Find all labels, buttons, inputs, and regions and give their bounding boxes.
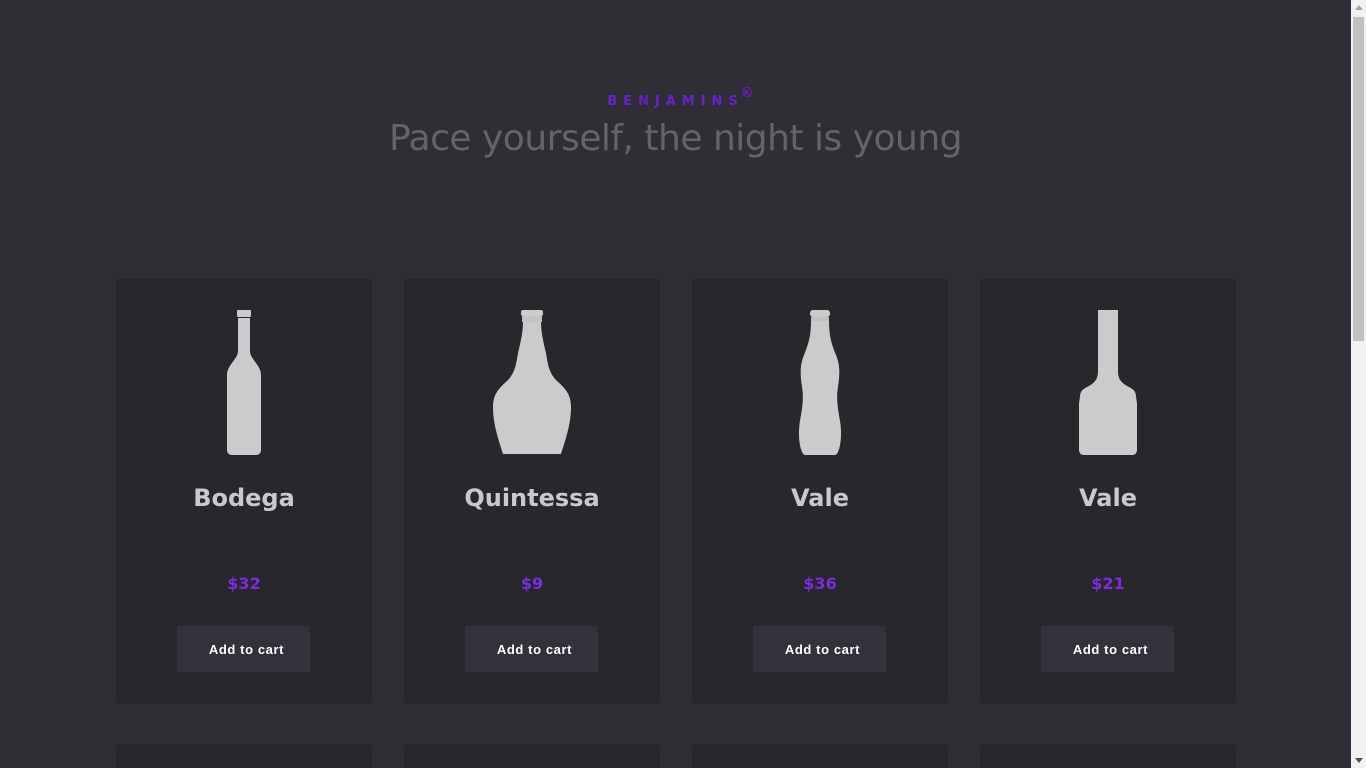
liquor-bottle-icon — [980, 309, 1236, 455]
scrollbar-thumb[interactable] — [1353, 17, 1364, 341]
product-price: $9 — [520, 574, 544, 593]
add-to-cart-button[interactable]: Add to cart — [753, 626, 886, 672]
scroll-down-arrow-icon[interactable] — [1355, 758, 1363, 763]
wine-bottle-icon — [116, 309, 372, 455]
product-price: $32 — [227, 574, 261, 593]
scroll-up-arrow-icon[interactable] — [1355, 5, 1363, 10]
product-name: Quintessa — [464, 484, 600, 512]
product-card — [404, 744, 660, 768]
decanter-bottle-icon — [404, 309, 660, 455]
registered-mark-icon: R — [741, 87, 752, 97]
add-to-cart-button[interactable]: Add to cart — [177, 626, 310, 672]
vertical-scrollbar[interactable] — [1351, 0, 1366, 768]
product-price: $21 — [1091, 574, 1125, 593]
product-card — [980, 744, 1236, 768]
brand-logo[interactable]: BENJAMINS R — [0, 87, 1351, 109]
add-to-cart-button[interactable]: Add to cart — [1041, 626, 1174, 672]
brand-logo-text: BENJAMINS — [607, 94, 744, 109]
product-name: Vale — [791, 484, 849, 512]
product-price: $36 — [803, 574, 837, 593]
product-card: Vale $36 Add to cart — [692, 279, 948, 704]
add-to-cart-button[interactable]: Add to cart — [465, 626, 598, 672]
product-card: Bodega $32 Add to cart — [116, 279, 372, 704]
product-name: Bodega — [193, 484, 295, 512]
product-card: Quintessa $9 Add to cart — [404, 279, 660, 704]
product-card — [692, 744, 948, 768]
page-tagline: Pace yourself, the night is young — [388, 118, 963, 159]
product-name: Vale — [1079, 484, 1137, 512]
product-card — [116, 744, 372, 768]
beer-bottle-icon — [692, 309, 948, 455]
product-card: Vale $21 Add to cart — [980, 279, 1236, 704]
product-page: BENJAMINS R Pace yourself, the night is … — [0, 0, 1366, 768]
